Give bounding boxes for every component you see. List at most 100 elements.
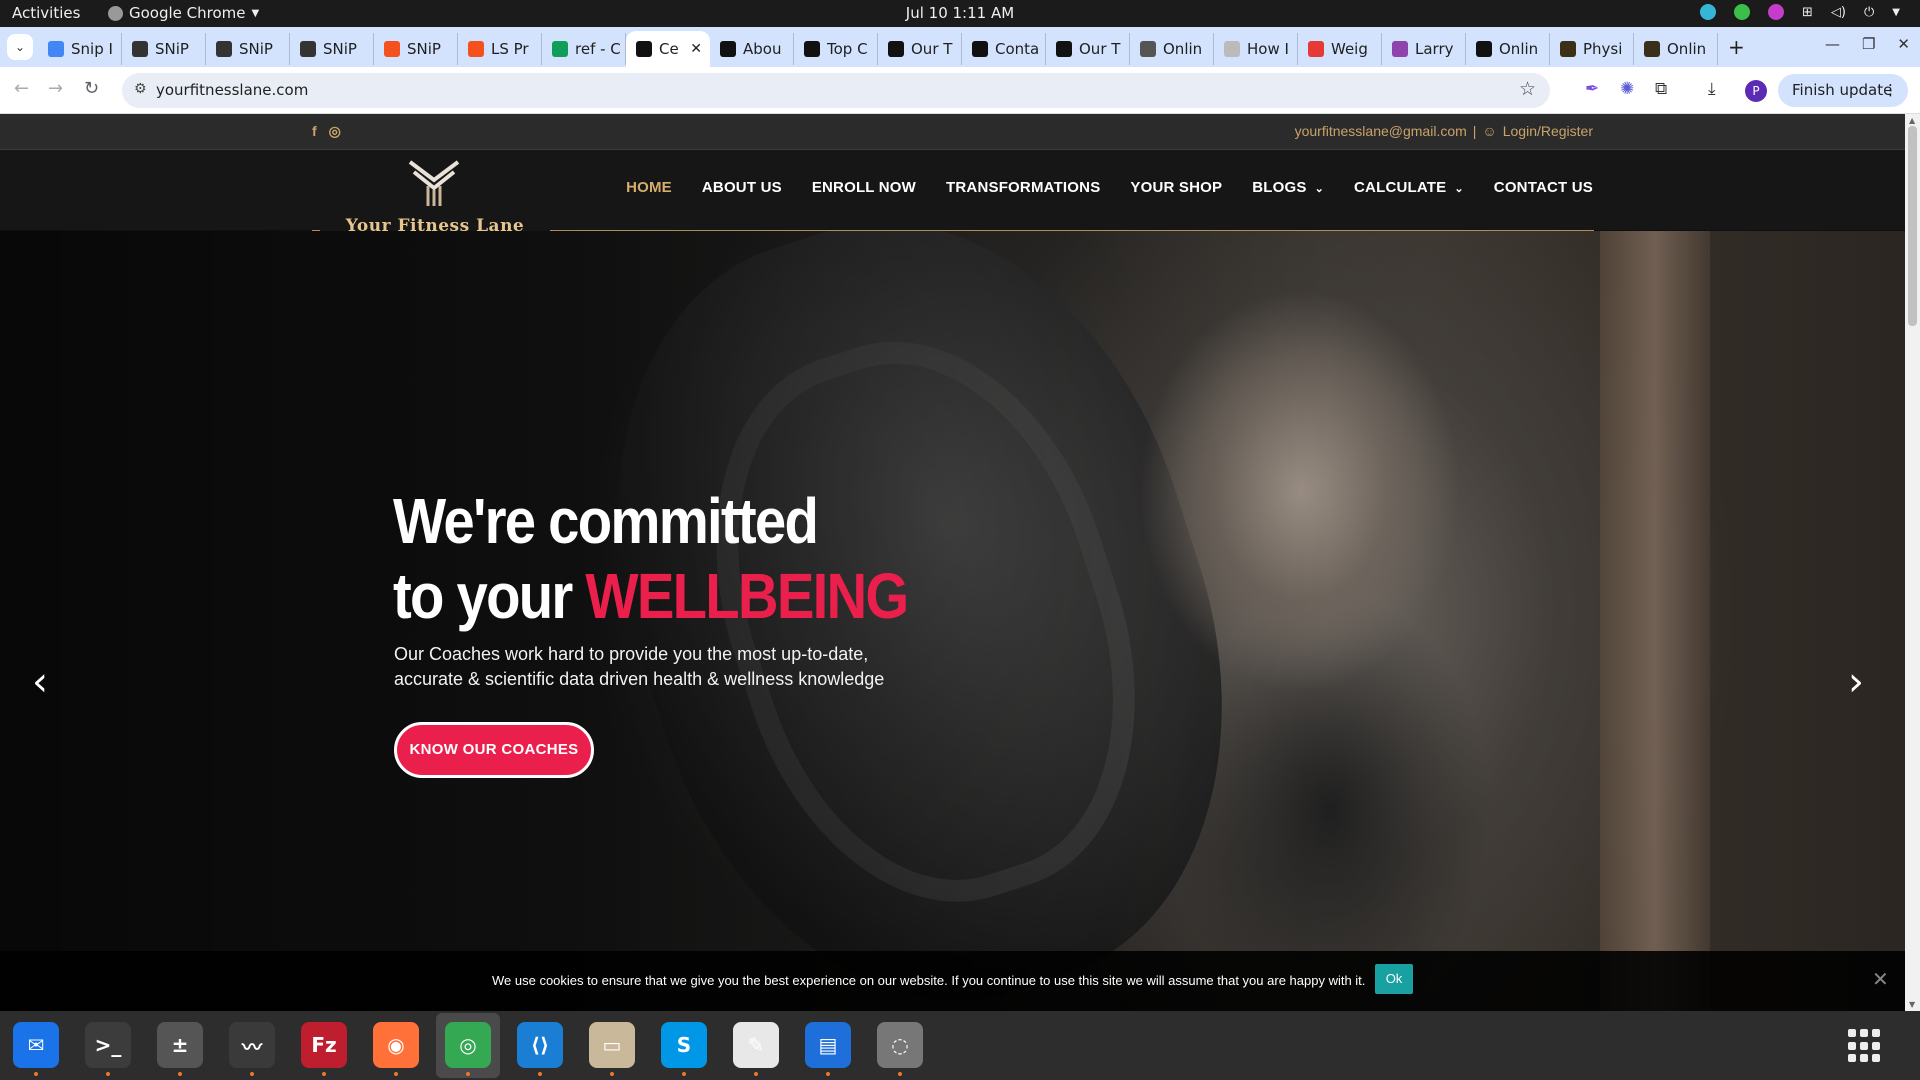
reload-icon[interactable]: ↻ (84, 78, 99, 99)
browser-tab[interactable]: Snip I (38, 33, 122, 65)
volume-icon[interactable]: ◁) (1831, 5, 1846, 20)
browser-tab[interactable]: Onlin (1466, 33, 1550, 65)
pen-extension-icon[interactable]: ✒ (1585, 79, 1599, 99)
minimize-icon[interactable]: — (1825, 35, 1840, 53)
finish-update-button[interactable]: Finish update ⋮ (1778, 74, 1908, 107)
browser-tab[interactable]: Our T (1046, 33, 1130, 65)
network-icon[interactable]: ⊞ (1802, 5, 1813, 20)
nav-item-enroll-now[interactable]: ENROLL NOW (812, 179, 916, 196)
back-icon[interactable]: ← (14, 78, 29, 99)
tab-title: Ce (659, 40, 679, 58)
nav-item-contact-us[interactable]: CONTACT US (1494, 179, 1593, 196)
extensions-puzzle-icon[interactable]: ⧉ (1655, 79, 1667, 99)
download-icon[interactable]: ⤓ (1708, 79, 1716, 99)
text-editor-icon[interactable]: ✎ (733, 1022, 779, 1076)
cookie-ok-button[interactable]: Ok (1375, 964, 1413, 994)
browser-tab[interactable]: LS Pr (458, 33, 542, 65)
nav-item-home[interactable]: HOME (626, 179, 672, 196)
nav-item-your-shop[interactable]: YOUR SHOP (1130, 179, 1222, 196)
chrome-icon[interactable]: ◎ (445, 1022, 491, 1076)
nav-item-blogs[interactable]: BLOGS ⌄ (1252, 179, 1324, 196)
forward-icon[interactable]: → (48, 78, 63, 99)
close-window-icon[interactable]: ✕ (1897, 35, 1910, 53)
browser-tab[interactable]: Our T (878, 33, 962, 65)
filezilla-icon[interactable]: Fz (301, 1022, 347, 1076)
page-scrollbar[interactable]: ▲ ▼ (1905, 114, 1920, 1011)
favicon-icon (552, 41, 568, 57)
check-icon[interactable] (1734, 4, 1751, 20)
chevron-down-icon[interactable]: ▼ (1892, 7, 1900, 18)
disks-icon[interactable]: ◌ (877, 1022, 923, 1076)
browser-tab[interactable]: How I (1214, 33, 1298, 65)
scrollbar-thumb[interactable] (1908, 126, 1917, 326)
browser-tab[interactable]: SNiP (122, 33, 206, 65)
tab-title: Our T (911, 40, 953, 58)
nav-item-transformations[interactable]: TRANSFORMATIONS (946, 179, 1100, 196)
new-tab-button[interactable]: + (1718, 31, 1745, 67)
dock-glyph: ◎ (459, 1033, 477, 1057)
browser-tab[interactable]: Onlin (1130, 33, 1214, 65)
logo-mark-icon[interactable] (404, 158, 464, 208)
nav-item-calculate[interactable]: CALCULATE ⌄ (1354, 179, 1464, 196)
nav-item-label: BLOGS (1252, 179, 1307, 196)
favicon-icon (1140, 41, 1156, 57)
more-menu-icon[interactable]: ⋮ (1883, 74, 1898, 107)
power-icon[interactable]: ⏻ (1864, 5, 1874, 20)
thunderbird-icon[interactable]: ✉ (13, 1022, 59, 1076)
chevron-down-icon[interactable]: ⌄ (1315, 183, 1324, 195)
firefox-icon[interactable]: ◉ (373, 1022, 419, 1076)
favicon-icon (804, 41, 820, 57)
color-picker-icon[interactable] (1768, 4, 1785, 20)
instagram-icon[interactable]: ◎ (329, 123, 341, 140)
scroll-down-icon[interactable]: ▼ (1909, 1000, 1915, 1009)
clock[interactable]: Jul 10 1:11 AM (0, 4, 1920, 22)
browser-tab[interactable]: Conta (962, 33, 1046, 65)
document-viewer-icon[interactable]: ▤ (805, 1022, 851, 1076)
hero-heading-prefix: to your (393, 560, 586, 632)
slider-next-icon[interactable]: › (1848, 659, 1864, 705)
terminal-icon[interactable]: >_ (85, 1022, 131, 1076)
know-our-coaches-button[interactable]: KNOW OUR COACHES (394, 722, 594, 778)
scroll-up-icon[interactable]: ▲ (1909, 116, 1915, 125)
cookie-close-icon[interactable]: ✕ (1872, 967, 1889, 991)
browser-tab[interactable]: Onlin (1634, 33, 1718, 65)
browser-tab[interactable]: Weig (1298, 33, 1382, 65)
sparkle-extension-icon[interactable]: ✺ (1620, 79, 1634, 99)
slider-prev-icon[interactable]: ‹ (32, 659, 48, 705)
email-link[interactable]: yourfitnesslane@gmail.com (1295, 123, 1467, 139)
skype-icon[interactable]: S (661, 1022, 707, 1076)
show-applications-icon[interactable] (1848, 1029, 1882, 1063)
separator: | (1472, 123, 1477, 139)
profile-avatar[interactable]: P (1745, 80, 1767, 102)
browser-tab[interactable]: Ce ✕ (626, 31, 710, 67)
login-register-link[interactable]: Login/Register (1503, 123, 1593, 139)
vscode-icon[interactable]: ⟨⟩ (517, 1022, 563, 1076)
system-monitor-icon[interactable]: 〰 (229, 1022, 275, 1076)
browser-tab[interactable]: Abou (710, 33, 794, 65)
tab-title: Snip I (71, 40, 113, 58)
restore-icon[interactable]: ❐ (1862, 35, 1875, 53)
tab-search-button[interactable]: ⌄ (7, 34, 33, 60)
browser-tab[interactable]: Physi (1550, 33, 1634, 65)
browser-tab[interactable]: Top C (794, 33, 878, 65)
tab-title: Onlin (1667, 40, 1707, 58)
browser-tab[interactable]: SNiP (290, 33, 374, 65)
url-text[interactable]: yourfitnesslane.com (156, 81, 308, 99)
nav-item-label: HOME (626, 179, 672, 196)
sync-icon[interactable] (1700, 4, 1717, 20)
address-bar[interactable]: ⚙ yourfitnesslane.com ☆ (122, 73, 1550, 108)
browser-tab[interactable]: SNiP (374, 33, 458, 65)
user-icon[interactable]: ☺ (1482, 123, 1496, 139)
facebook-icon[interactable]: f (312, 123, 317, 140)
calculator-icon[interactable]: ± (157, 1022, 203, 1076)
files-icon[interactable]: ▭ (589, 1022, 635, 1076)
browser-tab[interactable]: Larry (1382, 33, 1466, 65)
nav-item-about-us[interactable]: ABOUT US (702, 179, 782, 196)
close-tab-icon[interactable]: ✕ (690, 41, 702, 57)
bookmark-star-icon[interactable]: ☆ (1519, 78, 1536, 100)
browser-tab[interactable]: ref - C (542, 33, 626, 65)
chevron-down-icon[interactable]: ⌄ (1454, 183, 1463, 195)
browser-tab[interactable]: SNiP (206, 33, 290, 65)
running-indicator (34, 1072, 38, 1076)
site-info-icon[interactable]: ⚙ (134, 81, 147, 97)
